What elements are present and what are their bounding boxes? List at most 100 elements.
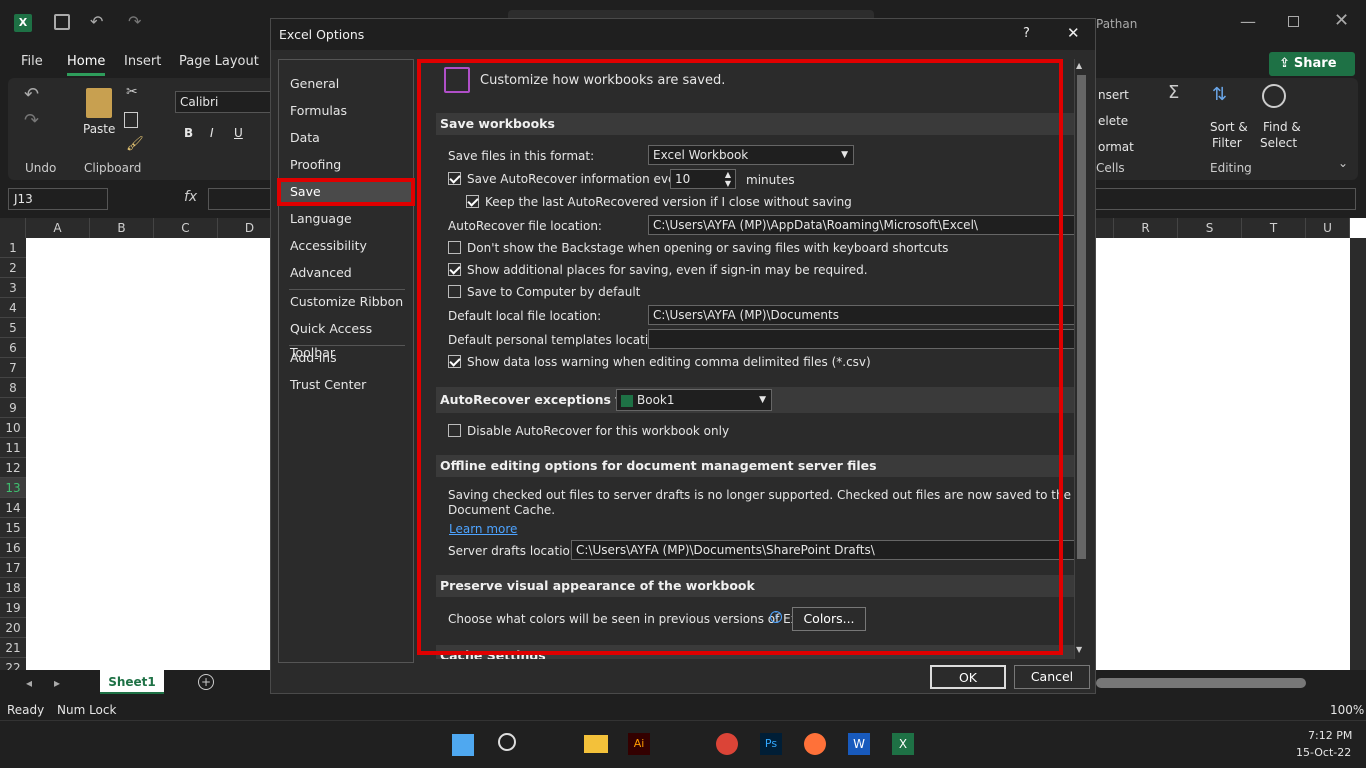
sheet-tab[interactable]: Sheet1: [100, 670, 164, 694]
row-header[interactable]: 10: [0, 418, 26, 438]
search-taskbar-icon[interactable]: [498, 733, 516, 751]
photoshop-icon[interactable]: Ps: [760, 733, 782, 755]
paste-label[interactable]: Paste: [83, 122, 115, 136]
row-header[interactable]: 2: [0, 258, 26, 278]
cut-icon[interactable]: ✂: [126, 84, 138, 100]
copy-icon[interactable]: [124, 112, 138, 128]
maximize-icon[interactable]: [1288, 16, 1299, 27]
column-header[interactable]: B: [90, 218, 154, 238]
row-header[interactable]: 13: [0, 478, 26, 498]
row-header[interactable]: 15: [0, 518, 26, 538]
row-header[interactable]: 16: [0, 538, 26, 558]
find-label[interactable]: Find &: [1263, 120, 1301, 134]
row-header[interactable]: 19: [0, 598, 26, 618]
row-header[interactable]: 12: [0, 458, 26, 478]
format-painter-icon[interactable]: 🖌: [126, 136, 144, 152]
save-icon[interactable]: [54, 14, 70, 30]
illustrator-icon[interactable]: Ai: [628, 733, 650, 755]
fx-icon[interactable]: fx: [184, 189, 197, 205]
paste-icon[interactable]: [86, 88, 112, 118]
row-header[interactable]: 18: [0, 578, 26, 598]
nav-item-language[interactable]: Language: [279, 207, 413, 231]
name-box[interactable]: J13: [8, 188, 108, 210]
next-sheet-icon[interactable]: ▸: [54, 676, 60, 690]
underline-button[interactable]: U: [234, 126, 243, 140]
add-sheet-icon[interactable]: +: [198, 674, 214, 690]
corner-cell[interactable]: [0, 218, 26, 238]
row-header[interactable]: 8: [0, 378, 26, 398]
sort-label[interactable]: Sort &: [1210, 120, 1248, 134]
ok-button[interactable]: OK: [930, 665, 1006, 689]
content-scrollbar[interactable]: ▲ ▼: [1074, 59, 1088, 659]
word-icon[interactable]: W: [848, 733, 870, 755]
close-icon[interactable]: ✕: [1067, 24, 1080, 42]
row-header[interactable]: 14: [0, 498, 26, 518]
nav-item-quick-access-toolbar[interactable]: Quick Access Toolbar: [279, 317, 413, 360]
row-header[interactable]: 21: [0, 638, 26, 658]
column-header[interactable]: S: [1178, 218, 1242, 238]
row-header[interactable]: 3: [0, 278, 26, 298]
share-button[interactable]: ⇪ Share: [1269, 52, 1355, 76]
nav-item-customize-ribbon[interactable]: Customize Ribbon: [279, 290, 413, 314]
sort-filter-icon[interactable]: ⇅: [1212, 84, 1227, 105]
column-header[interactable]: C: [154, 218, 218, 238]
font-name-box[interactable]: Calibri: [175, 91, 275, 113]
redo-ribbon-icon[interactable]: ↷: [24, 110, 39, 131]
scroll-thumb[interactable]: [1077, 75, 1086, 559]
vertical-scrollbar[interactable]: [1350, 238, 1366, 670]
zoom-level[interactable]: 100%: [1330, 703, 1364, 717]
row-header[interactable]: 20: [0, 618, 26, 638]
scroll-down-icon[interactable]: ▼: [1076, 645, 1082, 654]
nav-item-save[interactable]: Save: [277, 178, 415, 206]
redo-icon[interactable]: ↷: [128, 12, 141, 31]
clock-time[interactable]: 7:12 PM: [1308, 729, 1352, 742]
delete-cells[interactable]: elete: [1098, 114, 1128, 128]
row-header[interactable]: 17: [0, 558, 26, 578]
column-header[interactable]: U: [1306, 218, 1350, 238]
start-icon[interactable]: [452, 734, 474, 756]
filter-label[interactable]: Filter: [1212, 136, 1242, 150]
row-header[interactable]: 11: [0, 438, 26, 458]
nav-item-general[interactable]: General: [279, 72, 413, 96]
nav-item-trust-center[interactable]: Trust Center: [279, 373, 413, 397]
row-header[interactable]: 6: [0, 338, 26, 358]
nav-item-add-ins[interactable]: Add-ins: [279, 346, 413, 370]
row-header[interactable]: 5: [0, 318, 26, 338]
clock-date[interactable]: 15-Oct-22: [1296, 746, 1351, 759]
column-header[interactable]: T: [1242, 218, 1306, 238]
collapse-ribbon-icon[interactable]: ⌄: [1338, 156, 1348, 170]
tab-home[interactable]: Home: [67, 54, 106, 76]
nav-item-advanced[interactable]: Advanced: [279, 261, 413, 285]
row-header[interactable]: 1: [0, 238, 26, 258]
nav-item-proofing[interactable]: Proofing: [279, 153, 413, 177]
nav-item-data[interactable]: Data: [279, 126, 413, 150]
tab-page-layout[interactable]: Page Layout: [179, 54, 259, 69]
bold-button[interactable]: B: [184, 126, 193, 140]
tab-insert[interactable]: Insert: [124, 54, 161, 69]
cancel-button[interactable]: Cancel: [1014, 665, 1090, 689]
chrome-icon[interactable]: [716, 733, 738, 755]
italic-button[interactable]: I: [210, 126, 214, 140]
close-window-icon[interactable]: ✕: [1334, 10, 1349, 31]
minimize-icon[interactable]: —: [1240, 12, 1256, 31]
column-header[interactable]: A: [26, 218, 90, 238]
tab-file[interactable]: File: [21, 54, 43, 69]
insert-cells[interactable]: nsert: [1098, 88, 1129, 102]
autosum-icon[interactable]: Σ: [1168, 82, 1179, 103]
column-header[interactable]: R: [1114, 218, 1178, 238]
firefox-icon[interactable]: [804, 733, 826, 755]
undo-ribbon-icon[interactable]: ↶: [24, 84, 39, 105]
prev-sheet-icon[interactable]: ◂: [26, 676, 32, 690]
excel-taskbar-icon[interactable]: X: [892, 733, 914, 755]
column-header[interactable]: [1096, 218, 1114, 238]
row-header[interactable]: 4: [0, 298, 26, 318]
format-cells[interactable]: ormat: [1098, 140, 1134, 154]
row-header[interactable]: 7: [0, 358, 26, 378]
scroll-up-icon[interactable]: ▲: [1076, 61, 1082, 70]
file-explorer-icon[interactable]: [584, 735, 608, 753]
nav-item-accessibility[interactable]: Accessibility: [279, 234, 413, 258]
nav-item-formulas[interactable]: Formulas: [279, 99, 413, 123]
select-label[interactable]: Select: [1260, 136, 1297, 150]
undo-icon[interactable]: ↶: [90, 12, 103, 31]
row-header[interactable]: 9: [0, 398, 26, 418]
